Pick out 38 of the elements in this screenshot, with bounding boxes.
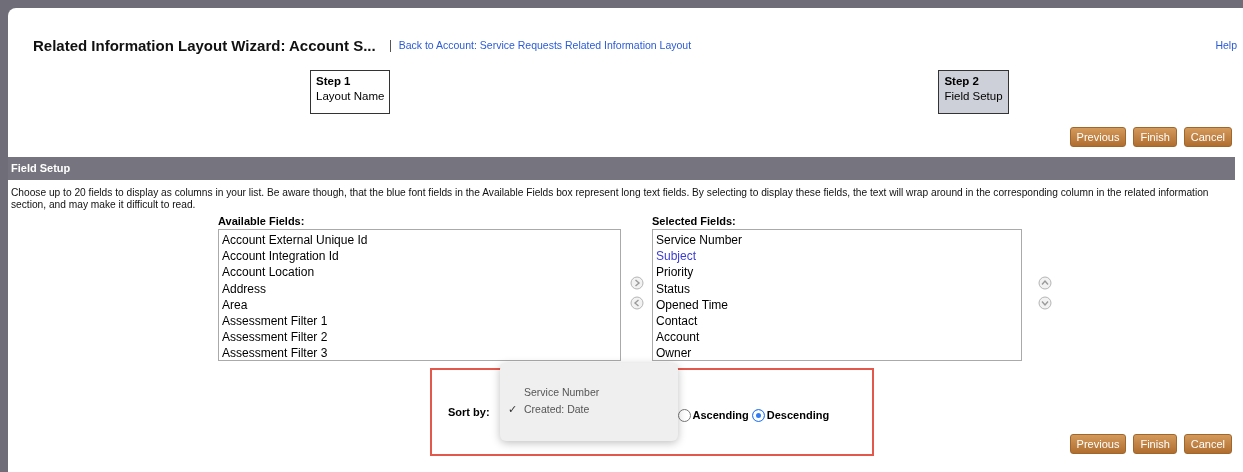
list-option[interactable]: Subject <box>656 248 1018 265</box>
list-option[interactable]: Owner <box>656 345 1018 360</box>
list-option[interactable]: Address <box>222 280 617 297</box>
move-down-icon[interactable] <box>1038 295 1052 310</box>
field-listbox[interactable]: Account External Unique Id Account Integration Id Account Location Address Area Assessment Filter 1 Assessment Filter 2 Assessment Filter 3 <box>218 229 621 361</box>
list-option[interactable]: Assessment Filter 1 <box>222 313 617 330</box>
list-label: Available Fields: <box>218 213 306 229</box>
step-box: Step 2 Field Setup <box>938 69 1009 114</box>
list-label: Selected Fields: <box>652 213 737 229</box>
menu-option[interactable]: ✓ Created: Date <box>500 401 678 418</box>
list-option[interactable]: Account Integration Id <box>222 248 617 265</box>
list-option[interactable]: Opened Time <box>656 296 1018 313</box>
move-left-icon[interactable] <box>629 295 644 310</box>
list-option[interactable]: Service Number <box>656 232 1018 249</box>
page-title: Related Information Layout Wizard: Account S... <box>33 36 376 56</box>
list-option[interactable]: Contact <box>656 313 1018 330</box>
list-option[interactable]: Assessment Filter 2 <box>222 329 617 346</box>
move-up-icon[interactable] <box>1038 275 1052 290</box>
section-header: Field Setup <box>8 157 1235 180</box>
list-option[interactable]: Area <box>222 296 617 313</box>
list-option[interactable]: Account <box>656 329 1018 346</box>
radio-label: Descending <box>766 407 830 423</box>
list-option[interactable]: Status <box>656 280 1018 297</box>
checkmark-icon: ✓ <box>508 403 517 415</box>
radio-button[interactable] <box>751 408 765 422</box>
back-link[interactable]: Back to Account: Service Requests Related Information Layout <box>398 38 692 55</box>
list-option[interactable]: Assessment Filter 3 <box>222 345 617 360</box>
move-right-icon[interactable] <box>629 275 644 290</box>
section-description: Choose up to 20 fields to display as columns in your list. Be aware though, that the blue font fields in the Available Fields box represent long text fields. By selecting to display these fields, the text will wrap around in the corresponding column in the related information section, and may make it difficult to read. <box>10 186 1210 211</box>
help-link[interactable]: Help <box>1215 38 1237 55</box>
radio-label: Ascending <box>692 407 749 423</box>
sort-label: Sort by: <box>448 404 490 420</box>
step-box: Step 1 Layout Name <box>310 69 391 114</box>
field-listbox[interactable]: Service Number Subject Priority Status Opened Time Contact Account Owner <box>652 229 1022 361</box>
list-option[interactable]: Account External Unique Id <box>222 232 617 249</box>
list-option[interactable]: Account Location <box>222 264 617 281</box>
list-option[interactable]: Priority <box>656 264 1018 281</box>
menu-option[interactable]: Service Number <box>500 384 678 401</box>
